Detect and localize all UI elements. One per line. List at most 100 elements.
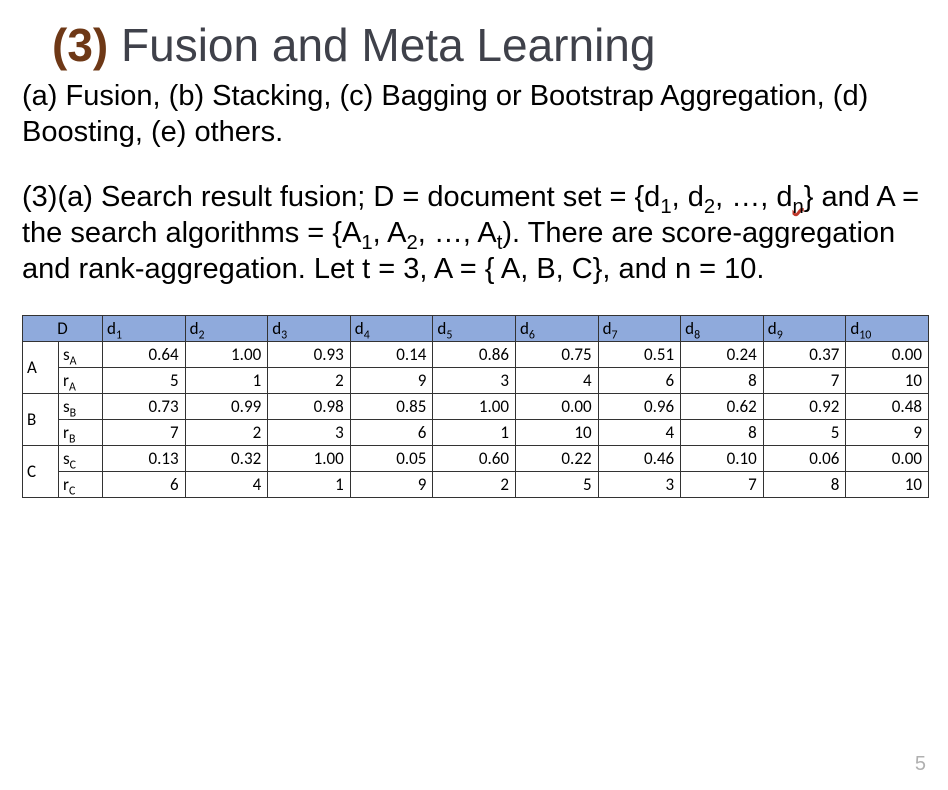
cell: 0.24 [681,342,764,368]
cell: 0.92 [763,394,846,420]
cell: 0.60 [433,446,516,472]
cell: 6 [350,420,433,446]
p2-sub: n [792,195,803,217]
cell: 1 [268,472,351,498]
table-row: rA 5 1 2 9 3 4 6 8 7 10 [23,368,929,394]
cell: 0.93 [268,342,351,368]
cell: 9 [846,420,929,446]
cell: 8 [681,420,764,446]
squiggle-word: n [792,181,803,213]
header-d1: d1 [103,316,186,342]
cell: 5 [763,420,846,446]
paragraph-fusion-definition: (3)(a) Search result fusion; D = documen… [22,179,926,288]
cell: 4 [598,420,681,446]
cell: 8 [681,368,764,394]
table-row: A sA 0.64 1.00 0.93 0.14 0.86 0.75 0.51 … [23,342,929,368]
cell: 1 [433,420,516,446]
p2-frag: , …, A [418,217,497,249]
cell: 9 [350,472,433,498]
cell: 2 [433,472,516,498]
cell: 4 [185,472,268,498]
header-d5: d5 [433,316,516,342]
p2-frag: , A [373,217,407,249]
p2-frag: , …, d [715,181,792,213]
cell: 0.62 [681,394,764,420]
metric-rB: rB [59,420,103,446]
table-row: C sC 0.13 0.32 1.00 0.05 0.60 0.22 0.46 … [23,446,929,472]
header-D: D [23,316,103,342]
cell: 0.98 [268,394,351,420]
metric-sA: sA [59,342,103,368]
cell: 5 [515,472,598,498]
header-d6: d6 [515,316,598,342]
cell: 0.51 [598,342,681,368]
cell: 10 [846,368,929,394]
table-header-row: D d1 d2 d3 d4 d5 d6 d7 d8 d9 d10 [23,316,929,342]
header-d7: d7 [598,316,681,342]
cell: 2 [185,420,268,446]
cell: 0.96 [598,394,681,420]
cell: 0.14 [350,342,433,368]
cell: 0.06 [763,446,846,472]
title-index: (3) [52,19,108,71]
header-d2: d2 [185,316,268,342]
cell: 6 [598,368,681,394]
header-d4: d4 [350,316,433,342]
p2-sub: 2 [704,195,715,217]
alg-A-label: A [23,342,59,394]
cell: 0.85 [350,394,433,420]
metric-sC: sC [59,446,103,472]
metric-rC: rC [59,472,103,498]
metric-sB: sB [59,394,103,420]
cell: 3 [433,368,516,394]
cell: 7 [103,420,186,446]
cell: 1 [185,368,268,394]
table-row: rB 7 2 3 6 1 10 4 8 5 9 [23,420,929,446]
p2-frag: (3)(a) Search result fusion; D = documen… [22,181,660,213]
cell: 10 [515,420,598,446]
cell: 0.64 [103,342,186,368]
cell: 0.00 [515,394,598,420]
slide: (3) Fusion and Meta Learning (a) Fusion,… [0,0,948,790]
paragraph-methods-list: (a) Fusion, (b) Stacking, (c) Bagging or… [22,78,926,151]
header-d9: d9 [763,316,846,342]
cell: 7 [681,472,764,498]
cell: 0.13 [103,446,186,472]
cell: 2 [268,368,351,394]
page-number: 5 [915,753,926,776]
title-rest: Fusion and Meta Learning [108,19,655,71]
cell: 3 [268,420,351,446]
cell: 0.46 [598,446,681,472]
p2-frag: , d [672,181,704,213]
p2-sub: 2 [406,232,417,254]
metric-rA: rA [59,368,103,394]
cell: 4 [515,368,598,394]
cell: 0.48 [846,394,929,420]
cell: 8 [763,472,846,498]
cell: 0.75 [515,342,598,368]
cell: 6 [103,472,186,498]
cell: 5 [103,368,186,394]
slide-title: (3) Fusion and Meta Learning [52,18,926,72]
cell: 7 [763,368,846,394]
cell: 0.32 [185,446,268,472]
cell: 1.00 [185,342,268,368]
cell: 0.86 [433,342,516,368]
cell: 0.10 [681,446,764,472]
cell: 0.73 [103,394,186,420]
fusion-scores-table: D d1 d2 d3 d4 d5 d6 d7 d8 d9 d10 A sA 0.… [22,315,929,498]
header-d3: d3 [268,316,351,342]
cell: 9 [350,368,433,394]
table-row: rC 6 4 1 9 2 5 3 7 8 10 [23,472,929,498]
cell: 1.00 [268,446,351,472]
cell: 0.99 [185,394,268,420]
cell: 0.37 [763,342,846,368]
cell: 0.22 [515,446,598,472]
cell: 3 [598,472,681,498]
cell: 0.00 [846,446,929,472]
cell: 10 [846,472,929,498]
p2-sub: 1 [361,232,372,254]
cell: 0.05 [350,446,433,472]
alg-B-label: B [23,394,59,446]
alg-C-label: C [23,446,59,498]
